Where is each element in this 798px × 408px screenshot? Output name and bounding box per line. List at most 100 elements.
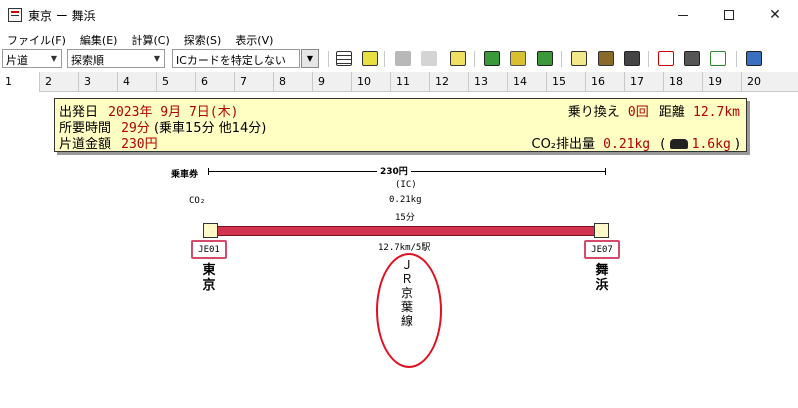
tab-16[interactable]: 16 (585, 72, 624, 92)
tab-19[interactable]: 19 (702, 72, 741, 92)
fare-span-end (605, 168, 606, 175)
station-marker-to[interactable] (594, 223, 609, 238)
maximize-button[interactable] (706, 0, 752, 30)
tab-10[interactable]: 10 (351, 72, 390, 92)
transfer-distance: 乗り換え 0回 距離 12.7km (568, 101, 740, 120)
toolbar: 片道 ▼ 探索順 ▼ ICカードを特定しない ▼ (0, 48, 798, 70)
car-icon (669, 139, 688, 149)
transfer-label: 乗り換え (567, 105, 620, 120)
tab-7[interactable]: 7 (234, 72, 273, 92)
toolbar-separator (648, 51, 649, 67)
tab-13[interactable]: 13 (468, 72, 507, 92)
sort-order-value: 探索順 (71, 54, 104, 67)
sort-order-select[interactable]: 探索順 ▼ (67, 49, 165, 68)
chevron-down-icon: ▼ (306, 54, 314, 63)
tab-3[interactable]: 3 (78, 72, 117, 92)
tab-9[interactable]: 9 (312, 72, 351, 92)
line-name[interactable]: ＪＲ京葉線 (399, 258, 415, 328)
window-title: 東京 ー 舞浜 (28, 9, 96, 23)
co2-caption: CO₂ (189, 196, 206, 206)
close-icon: ✕ (769, 7, 781, 23)
route-summary-panel: 出発日 2023年 9月 7日(木) 所要時間 29分 (乗車15分 他14分)… (54, 98, 747, 152)
train-map-icon[interactable] (510, 51, 526, 66)
tab-17[interactable]: 17 (624, 72, 663, 92)
tab-20[interactable]: 20 (741, 72, 786, 92)
maximize-icon (724, 10, 734, 20)
route-fare: 230円 (377, 164, 411, 177)
calendar-icon[interactable] (362, 51, 378, 66)
toolbar-separator (736, 51, 737, 67)
co2-row: CO₂排出量 0.21kg ( 1.6kg ) (532, 133, 741, 152)
co2-value: 0.21kg (603, 137, 651, 152)
tab-11[interactable]: 11 (390, 72, 429, 92)
fare-row: 片道金額 230円 (59, 133, 158, 152)
edit-icon[interactable] (746, 51, 762, 66)
minimize-icon (678, 14, 688, 16)
station-name-to[interactable]: 舞浜 (594, 263, 610, 293)
fare-value: 230円 (121, 137, 158, 152)
trip-type-select[interactable]: 片道 ▼ (2, 49, 62, 68)
tab-1[interactable]: 1 (0, 72, 39, 93)
find-icon[interactable] (684, 51, 700, 66)
forward-icon[interactable] (710, 51, 726, 66)
segment-co2: 0.21kg (389, 195, 422, 205)
tab-5[interactable]: 5 (156, 72, 195, 92)
ticket-icon[interactable] (571, 51, 587, 66)
tab-8[interactable]: 8 (273, 72, 312, 92)
route-tab-strip: 1 2 3 4 5 6 7 8 9 10 11 12 13 14 15 16 1… (0, 72, 798, 93)
distance-value: 12.7km (693, 105, 740, 120)
station-code-to: JE07 (584, 240, 620, 259)
toolbar-separator (474, 51, 475, 67)
tab-4[interactable]: 4 (117, 72, 156, 92)
co2-label: CO₂排出量 (531, 137, 596, 152)
menu-search[interactable]: 探索(S) (177, 30, 229, 48)
ic-card-value: ICカードを特定しない (176, 54, 286, 67)
chevron-down-icon: ▼ (153, 54, 161, 63)
route-icon[interactable] (450, 51, 466, 66)
route-segment-bar[interactable] (211, 226, 599, 236)
close-button[interactable]: ✕ (752, 0, 798, 30)
transfer-value: 0回 (627, 105, 649, 120)
back-icon[interactable] (658, 51, 674, 66)
e-icon[interactable] (395, 51, 411, 66)
printer-setup-icon[interactable] (624, 51, 640, 66)
menu-file[interactable]: ファイル(F) (0, 30, 73, 48)
tab-14[interactable]: 14 (507, 72, 546, 92)
print-icon[interactable] (598, 51, 614, 66)
tab-2[interactable]: 2 (39, 72, 78, 92)
paren-close: ) (734, 137, 740, 152)
tab-18[interactable]: 18 (663, 72, 702, 92)
app-icon[interactable] (8, 8, 22, 22)
trip-type-value: 片道 (6, 54, 28, 67)
ic-card-select[interactable]: ICカードを特定しない (172, 49, 300, 68)
ex-icon[interactable] (421, 51, 437, 66)
minimize-button[interactable] (660, 0, 706, 30)
ic-card-dropdown-button[interactable]: ▼ (301, 49, 319, 68)
station-name-from[interactable]: 東京 (201, 263, 217, 293)
station-marker-from[interactable] (203, 223, 218, 238)
train-map-alt-icon[interactable] (537, 51, 553, 66)
distance-label: 距離 (658, 105, 685, 120)
tab-12[interactable]: 12 (429, 72, 468, 92)
fare-label: 片道金額 (59, 137, 112, 152)
title-bar: 東京 ー 舞浜 ✕ (0, 0, 798, 30)
toolbar-separator (384, 51, 385, 67)
duration-detail: (乗車15分 他14分) (153, 121, 267, 136)
chevron-down-icon: ▼ (50, 54, 58, 63)
segment-distance: 12.7km/5駅 (378, 243, 431, 253)
menu-edit[interactable]: 編集(E) (73, 30, 125, 48)
tab-6[interactable]: 6 (195, 72, 234, 92)
list-icon[interactable] (336, 51, 352, 66)
toolbar-separator (328, 51, 329, 67)
menu-calc[interactable]: 計算(C) (124, 30, 176, 48)
ic-caption: (IC) (395, 180, 417, 190)
station-code-from: JE01 (191, 240, 227, 259)
toolbar-separator (561, 51, 562, 67)
tab-15[interactable]: 15 (546, 72, 585, 92)
ticket-label: 乗車券 (171, 170, 199, 180)
fare-span-start (208, 168, 209, 175)
map-icon[interactable] (484, 51, 500, 66)
menu-view[interactable]: 表示(V) (228, 30, 280, 48)
car-co2-value: 1.6kg (691, 137, 731, 152)
segment-minutes: 15分 (395, 213, 415, 223)
